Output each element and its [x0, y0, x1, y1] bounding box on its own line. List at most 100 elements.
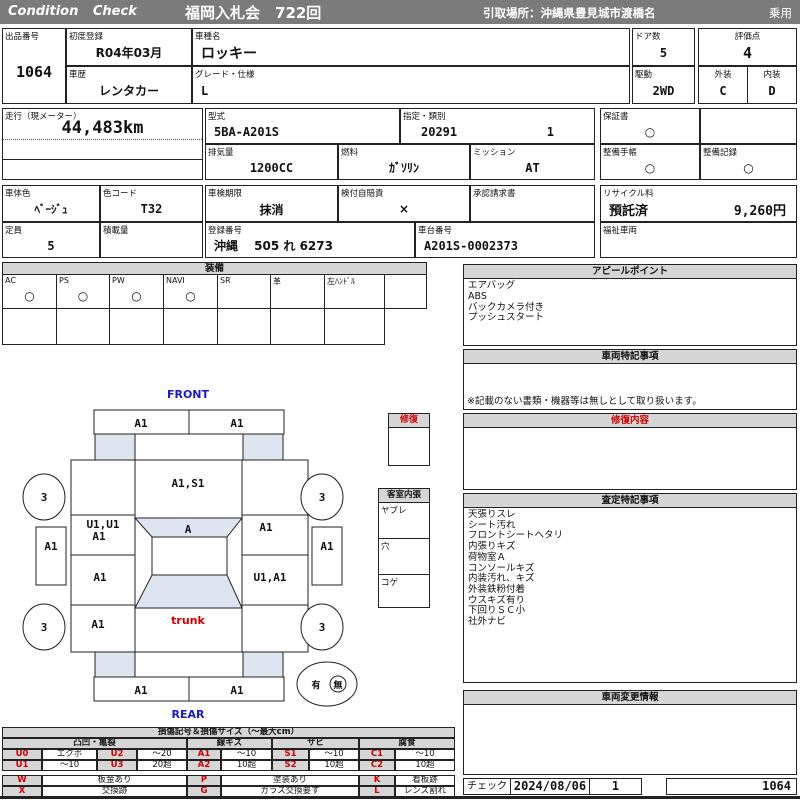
left-front-door-code-2: A1	[92, 530, 106, 543]
assessment-line: 荷物室Ａ	[468, 551, 507, 563]
warranty-cell: 保証書 ○	[600, 108, 700, 144]
tire-front-left-code: 3	[41, 491, 48, 504]
grade-cell: グレード・仕様 L	[192, 66, 630, 104]
inspection-value: 抹消	[259, 202, 284, 217]
tire-rear-right-code: 3	[319, 621, 326, 634]
load-capacity-value	[101, 234, 202, 257]
windshield-code: A	[185, 523, 192, 536]
legend-code: P	[187, 775, 221, 786]
cabin-interior-box-title: 客室内張	[379, 489, 429, 503]
body-color-value: ﾍﾞｰｼﾞｭ	[34, 203, 68, 216]
tire-front-right-code: 3	[319, 491, 326, 504]
right-front-door-code: A1	[259, 521, 273, 534]
maintenance-record-cell: 整備記録 ○	[700, 144, 797, 180]
load-capacity-cell: 積載量	[100, 222, 203, 258]
equipment-empty-cell	[324, 308, 385, 345]
model-name-value: ロッキー	[201, 45, 257, 62]
vehicle-notes-title: 車両特記事項	[464, 350, 796, 364]
equipment-cell-pw: PW ○	[109, 274, 164, 309]
cabin-item-cell: コゲ	[379, 575, 429, 608]
rear-bumper-left-code: A1	[134, 684, 148, 697]
history-value: レンタカー	[98, 84, 159, 98]
equipment-mark: ○	[77, 289, 89, 303]
welfare-vehicle-label: 福祉車両	[603, 226, 638, 236]
score-value: 4	[742, 43, 753, 62]
drive-value: 2WD	[652, 83, 675, 98]
check-label-cell: チェック	[463, 778, 511, 795]
repair-mini-box: 修復	[388, 413, 430, 466]
welfare-vehicle-cell: 福祉車両	[600, 222, 797, 258]
mileage-value: 44,483km	[61, 117, 144, 138]
legend-group: 線キズ	[187, 738, 272, 749]
legend-code: U0	[2, 749, 42, 760]
legend-desc: 〜10	[395, 749, 455, 760]
insurance-value: ×	[398, 202, 410, 216]
equipment-mark: ○	[185, 289, 196, 303]
vehicle-class: 乗用	[769, 6, 792, 20]
appeal-line: ABS	[468, 290, 487, 302]
left-rear-door-code: A1	[93, 571, 107, 584]
rear-bumper-right-code: A1	[230, 684, 244, 697]
repair-mini-box-title: 修復	[389, 414, 429, 428]
exterior-grade-value: C	[719, 83, 727, 98]
header-bar: Condition Check 福岡入札会 722回 引取場所：沖縄県豊見城市渡…	[0, 0, 800, 24]
assessment-line: 天張りスレ	[468, 509, 516, 520]
vehicle-notes-panel: 車両特記事項 ※記載のない書類・機器等は無しとして取り扱います。	[463, 349, 797, 410]
equipment-empty-cell	[2, 308, 57, 345]
color-code-value: T32	[140, 202, 163, 216]
capacity-cell: 定員 5	[2, 222, 100, 258]
legend-desc: 〜10	[309, 749, 359, 760]
pickup-location: 引取場所：沖縄県豊見城市渡橋名	[483, 6, 656, 20]
hood-code: A1,S1	[171, 477, 204, 490]
tire-rear-left-code: 3	[41, 621, 48, 634]
transmission-value: AT	[525, 160, 540, 175]
score-cell: 評価点 4	[698, 28, 797, 66]
equipment-mark: ○	[24, 289, 35, 303]
blank-cell	[700, 108, 797, 144]
interior-grade-value: D	[768, 83, 776, 98]
legend-code: A2	[187, 760, 221, 771]
equipment-mark	[325, 284, 384, 308]
repair-detail-title: 修復内容	[464, 414, 796, 428]
change-info-panel: 車両変更情報	[463, 690, 797, 775]
legend-group: サビ	[272, 738, 359, 749]
model-code-cell: 型式 5BA-A201S	[205, 108, 400, 144]
registration-number-cell: 登録番号 沖縄 505 れ 6273	[205, 222, 415, 258]
cabin-item-label: コゲ	[381, 578, 399, 588]
equipment-empty-cell	[163, 308, 218, 345]
body-color-cell: 車体色 ﾍﾞｰｼﾞｭ	[2, 185, 100, 222]
drive-cell: 駆動 2WD	[632, 66, 695, 104]
model-code-value: 5BA-A201S	[214, 124, 280, 139]
legend-code: W	[2, 775, 42, 786]
right-rear-door-code: U1,A1	[253, 571, 286, 584]
legend-desc: 10超	[395, 760, 455, 771]
equipment-cell-leather: 革	[270, 274, 325, 309]
type-class-cell: 指定・類別 20291 1	[400, 108, 595, 144]
assessment-notes-title: 査定特記事項	[464, 494, 796, 508]
chassis-number-cell: 車台番号 A201S-0002373	[415, 222, 595, 258]
spare-no-label: 無	[333, 679, 342, 691]
legend-code: S1	[272, 749, 309, 760]
legend-code: U2	[97, 749, 137, 760]
legend-desc: 〜10	[221, 749, 272, 760]
maintenance-book-value: ○	[644, 160, 656, 175]
legend-desc: 〜20	[137, 749, 187, 760]
capacity-value: 5	[47, 238, 55, 253]
cabin-item-cell: 穴	[379, 539, 429, 575]
equipment-mark: ○	[131, 289, 142, 303]
repair-detail-panel: 修復内容	[463, 413, 797, 490]
insurance-cell: 検付自賠責 ×	[338, 185, 470, 222]
legend-title: 損傷記号＆損傷サイズ（〜最大cm）	[2, 727, 455, 738]
legend-desc: 10超	[221, 760, 272, 771]
approval-request-value	[471, 197, 594, 221]
maintenance-book-cell: 整備手帳 ○	[600, 144, 700, 180]
assessment-line: フロントシートヘタリ	[468, 530, 564, 542]
equipment-empty-cell	[56, 308, 110, 345]
assessment-line: 内張りキズ	[468, 541, 516, 553]
legend-code: C2	[359, 760, 395, 771]
approval-request-cell: 承認請求書	[470, 185, 595, 222]
legend-code: S2	[272, 760, 309, 771]
maintenance-record-value: ○	[743, 160, 754, 175]
check-lot-cell: 1064	[666, 778, 797, 795]
legend-desc: 塗装あり	[221, 775, 359, 786]
